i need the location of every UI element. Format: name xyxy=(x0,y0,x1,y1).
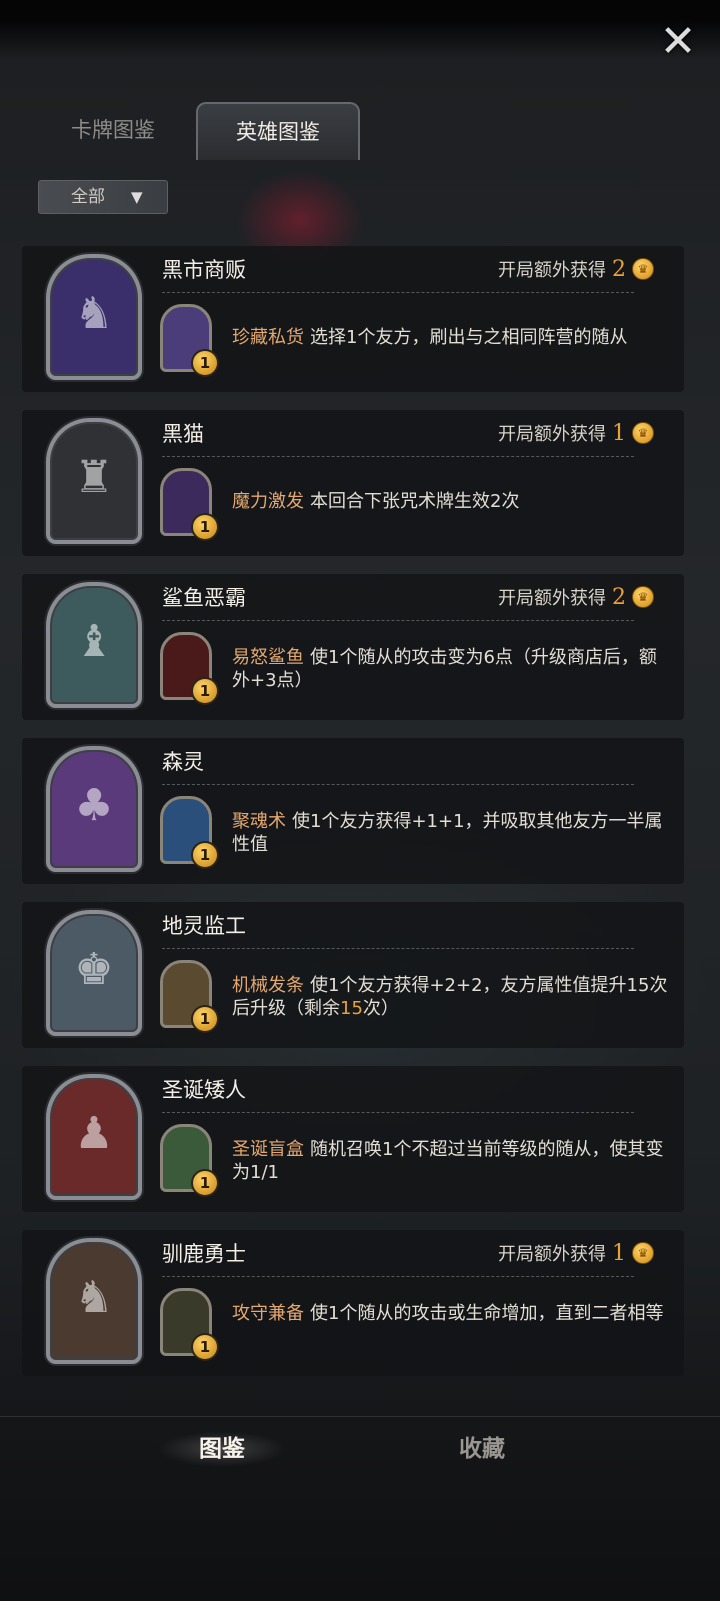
hero-card[interactable]: ♞ 黑市商贩 开局额外获得 2 ♛ 1 珍藏私货 选择1个友方，刷出与之相同阵营的… xyxy=(22,246,684,392)
skill-icon[interactable]: 1 xyxy=(160,468,219,541)
skill-description: 攻守兼备 使1个随从的攻击或生命增加，直到二者相等 xyxy=(232,1302,672,1325)
coin-icon: ♛ xyxy=(632,1242,654,1264)
hero-card[interactable]: ♚ 地灵监工 1 机械发条 使1个友方获得+2+2，友方属性值提升15次后升级（剩… xyxy=(22,902,684,1048)
skill-cost: 1 xyxy=(191,1333,219,1361)
skill-name: 圣诞盲盒 xyxy=(232,1139,304,1160)
hero-name: 鲨鱼恶霸 xyxy=(162,586,246,610)
skill-name: 易怒鲨鱼 xyxy=(232,647,304,668)
hero-name: 驯鹿勇士 xyxy=(162,1242,246,1266)
skill-cost: 1 xyxy=(191,349,219,377)
skill-cost: 1 xyxy=(191,1005,219,1033)
hero-card[interactable]: ♣ 森灵 1 聚魂术 使1个友方获得+1+1，并吸取其他友方一半属性值 xyxy=(22,738,684,884)
skill-text: 使1个友方获得+2+2，友方属性值提升 xyxy=(310,975,627,996)
hero-portrait: ♝ xyxy=(46,582,142,708)
bonus-value: 1 xyxy=(612,1240,626,1266)
hero-portrait: ♟ xyxy=(46,1074,142,1200)
skill-description: 聚魂术 使1个友方获得+1+1，并吸取其他友方一半属性值 xyxy=(232,810,672,856)
divider xyxy=(162,784,634,785)
hero-portrait: ♞ xyxy=(46,254,142,380)
skill-name: 魔力激发 xyxy=(232,491,304,512)
bonus-label: 开局额外获得 xyxy=(498,1244,606,1265)
hero-portrait: ♣ xyxy=(46,746,142,872)
bonus-info: 开局额外获得 2 ♛ xyxy=(498,584,654,610)
skill-name: 机械发条 xyxy=(232,975,304,996)
skill-name: 聚魂术 xyxy=(232,811,286,832)
skill-icon[interactable]: 1 xyxy=(160,1124,219,1197)
remaining-count: 15 xyxy=(340,998,363,1019)
hero-name: 森灵 xyxy=(162,750,204,774)
hero-card[interactable]: ♞ 驯鹿勇士 开局额外获得 1 ♛ 1 攻守兼备 使1个随从的攻击或生命增加，直到… xyxy=(22,1230,684,1376)
hero-card[interactable]: ♜ 黑猫 开局额外获得 1 ♛ 1 魔力激发 本回合下张咒术牌生效2次 xyxy=(22,410,684,556)
skill-text: 选择1个友方，刷出与之相同阵营的随从 xyxy=(310,327,628,348)
filter-dropdown[interactable]: 全部 ▼ xyxy=(38,180,168,214)
skill-icon[interactable]: 1 xyxy=(160,960,219,1033)
divider xyxy=(162,456,634,457)
bonus-info: 开局额外获得 1 ♛ xyxy=(498,1240,654,1266)
coin-icon: ♛ xyxy=(632,586,654,608)
bonus-info: 开局额外获得 2 ♛ xyxy=(498,256,654,282)
skill-description: 魔力激发 本回合下张咒术牌生效2次 xyxy=(232,490,672,513)
skill-text: 使1个友方获得+1+1，并吸取其他友方一半属性值 xyxy=(232,811,663,855)
hero-portrait: ♞ xyxy=(46,1238,142,1364)
hero-portrait: ♚ xyxy=(46,910,142,1036)
bonus-label: 开局额外获得 xyxy=(498,260,606,281)
hero-portrait: ♜ xyxy=(46,418,142,544)
close-icon[interactable]: ✕ xyxy=(656,20,700,64)
tab-card-codex[interactable]: 卡牌图鉴 xyxy=(38,102,188,158)
filter-label: 全部 xyxy=(71,187,105,207)
hero-card[interactable]: ♝ 鲨鱼恶霸 开局额外获得 2 ♛ 1 易怒鲨鱼 使1个随从的攻击变为6点（升级商… xyxy=(22,574,684,720)
tab-hero-codex[interactable]: 英雄图鉴 xyxy=(196,102,360,160)
skill-cost: 1 xyxy=(191,841,219,869)
skill-text: 使1个随从的攻击或生命增加，直到二者相等 xyxy=(310,1303,664,1324)
divider xyxy=(162,948,634,949)
skill-cost: 1 xyxy=(191,1169,219,1197)
bottom-tab-collection[interactable]: 收藏 xyxy=(400,1429,564,1469)
bonus-value: 2 xyxy=(612,256,626,282)
skill-text: 本回合下张咒术牌生效2次 xyxy=(310,491,520,512)
bottom-nav: 图鉴 收藏 xyxy=(0,1416,720,1501)
skill-icon[interactable]: 1 xyxy=(160,1288,219,1361)
skill-icon[interactable]: 1 xyxy=(160,796,219,869)
skill-icon[interactable]: 1 xyxy=(160,304,219,377)
divider xyxy=(162,1276,634,1277)
skill-cost: 1 xyxy=(191,677,219,705)
skill-icon[interactable]: 1 xyxy=(160,632,219,705)
coin-icon: ♛ xyxy=(632,258,654,280)
skill-name: 攻守兼备 xyxy=(232,1303,304,1324)
hero-name: 黑市商贩 xyxy=(162,258,246,282)
hero-name: 黑猫 xyxy=(162,422,204,446)
skill-text: 次） xyxy=(362,998,399,1019)
skill-description: 圣诞盲盒 随机召唤1个不超过当前等级的随从，使其变为1/1 xyxy=(232,1138,672,1184)
coin-icon: ♛ xyxy=(632,422,654,444)
divider xyxy=(162,620,634,621)
hero-card[interactable]: ♟ 圣诞矮人 1 圣诞盲盒 随机召唤1个不超过当前等级的随从，使其变为1/1 xyxy=(22,1066,684,1212)
bonus-label: 开局额外获得 xyxy=(498,588,606,609)
skill-name: 珍藏私货 xyxy=(232,327,304,348)
bonus-value: 1 xyxy=(612,420,626,446)
bottom-tab-codex[interactable]: 图鉴 xyxy=(140,1429,304,1469)
bonus-label: 开局额外获得 xyxy=(498,424,606,445)
hero-name: 地灵监工 xyxy=(162,914,246,938)
skill-description: 珍藏私货 选择1个友方，刷出与之相同阵营的随从 xyxy=(232,326,672,349)
skill-description: 机械发条 使1个友方获得+2+2，友方属性值提升15次后升级（剩余15次） xyxy=(232,974,672,1020)
funnel-icon: ▼ xyxy=(131,188,143,206)
skill-description: 易怒鲨鱼 使1个随从的攻击变为6点（升级商店后，额外+3点） xyxy=(232,646,672,692)
bonus-value: 2 xyxy=(612,584,626,610)
divider xyxy=(162,292,634,293)
skill-cost: 1 xyxy=(191,513,219,541)
skill-text: 15 xyxy=(626,975,650,996)
bonus-info: 开局额外获得 1 ♛ xyxy=(498,420,654,446)
hero-name: 圣诞矮人 xyxy=(162,1078,246,1102)
divider xyxy=(162,1112,634,1113)
